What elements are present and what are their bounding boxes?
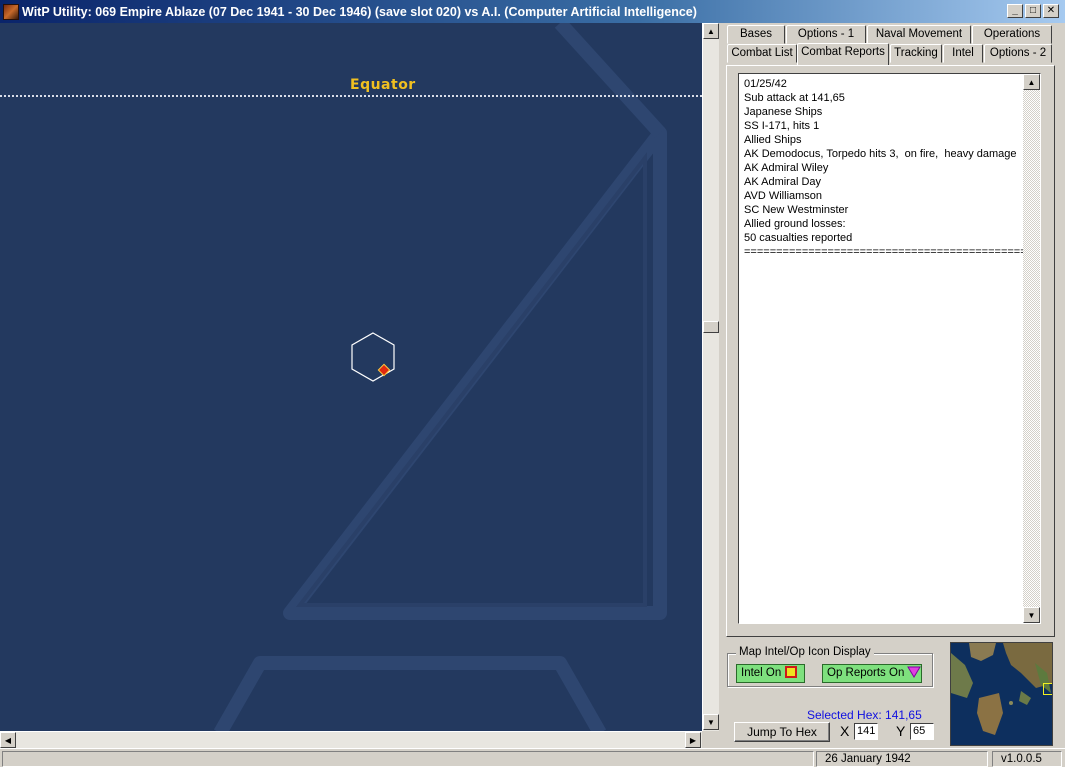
report-scroll-up-button[interactable]: ▲ <box>1023 74 1040 90</box>
tab-bases[interactable]: Bases <box>727 25 785 44</box>
report-scroll-down-button[interactable]: ▼ <box>1023 607 1040 623</box>
combat-report-marker-icon <box>377 363 391 377</box>
op-reports-on-button[interactable]: Op Reports On <box>822 664 922 683</box>
icon-display-group: Map Intel/Op Icon Display Intel On Op Re… <box>727 646 933 687</box>
status-bar: 26 January 1942 v1.0.0.5 <box>0 748 1065 767</box>
report-line: Allied ground losses: <box>744 218 846 230</box>
control-panel: Bases Options - 1 Naval Movement Operati… <box>719 23 1065 750</box>
map-horizontal-scrollbar[interactable]: ◀ ▶ <box>0 731 702 748</box>
title-bar: WitP Utility: 069 Empire Ablaze (07 Dec … <box>0 0 1065 23</box>
tab-combat-list[interactable]: Combat List <box>727 44 797 63</box>
jump-to-hex-button[interactable]: Jump To Hex <box>734 722 830 742</box>
map-view[interactable]: Equator <box>0 23 702 731</box>
window-title: WitP Utility: 069 Empire Ablaze (07 Dec … <box>22 4 697 19</box>
x-coordinate-label: X <box>840 723 850 739</box>
icon-display-group-label: Map Intel/Op Icon Display <box>736 646 874 658</box>
status-message <box>2 751 814 767</box>
overview-minimap[interactable] <box>950 642 1053 746</box>
report-line: AK Admiral Wiley <box>744 162 829 174</box>
game-date: 26 January 1942 <box>816 751 988 767</box>
tab-naval-movement[interactable]: Naval Movement <box>867 25 971 44</box>
version-label: v1.0.0.5 <box>992 751 1062 767</box>
minimap-viewport-indicator[interactable] <box>1043 683 1052 695</box>
combat-report-textbox[interactable]: 01/25/42 Sub attack at 141,65 Japanese Shi… <box>738 73 1041 624</box>
intel-square-icon <box>785 666 798 678</box>
report-line: AVD Williamson <box>744 190 823 202</box>
report-scrollbar[interactable]: ▲ ▼ <box>1023 74 1040 623</box>
report-line: 50 casualties reported <box>744 232 853 244</box>
intel-on-label: Intel On <box>741 667 782 679</box>
op-reports-on-label: Op Reports On <box>827 667 905 679</box>
report-line: AK Admiral Day <box>744 176 822 188</box>
app-icon[interactable] <box>3 3 19 20</box>
combat-report-lines: 01/25/42 Sub attack at 141,65 Japanese Shi… <box>744 77 1040 259</box>
report-line: AK Demodocus, Torpedo hits 3, on fire, h… <box>744 148 1017 160</box>
intel-on-button[interactable]: Intel On <box>736 664 805 683</box>
scroll-right-button[interactable]: ▶ <box>685 732 701 748</box>
x-coordinate-input[interactable]: 141 <box>854 723 878 740</box>
report-line: SS I-171, hits 1 <box>744 120 820 132</box>
report-line: Sub attack at 141,65 <box>744 92 845 104</box>
equator-label: Equator <box>350 77 416 93</box>
report-line: ========================================… <box>744 246 1040 258</box>
maximize-button[interactable]: □ <box>1025 4 1041 18</box>
scroll-left-button[interactable]: ◀ <box>0 732 16 748</box>
close-button[interactable]: ✕ <box>1043 4 1059 18</box>
minimize-button[interactable]: _ <box>1007 4 1023 18</box>
window-controls: _ □ ✕ <box>1007 4 1059 18</box>
report-line: Japanese Ships <box>744 106 823 118</box>
y-coordinate-label: Y <box>896 723 906 739</box>
tab-intel[interactable]: Intel <box>943 44 983 63</box>
tab-options-2[interactable]: Options - 2 <box>984 44 1052 63</box>
y-coordinate-input[interactable]: 65 <box>910 723 934 740</box>
op-report-triangle-icon <box>907 666 922 678</box>
tab-combat-reports[interactable]: Combat Reports <box>797 43 889 65</box>
report-line: SC New Westminster <box>744 204 849 216</box>
selected-hex-readout: Selected Hex: 141,65 <box>807 708 922 722</box>
tab-options-1[interactable]: Options - 1 <box>786 25 866 44</box>
selected-hex-marker[interactable] <box>348 331 398 385</box>
tab-operations[interactable]: Operations <box>972 25 1052 44</box>
scroll-up-button[interactable]: ▲ <box>703 23 719 39</box>
report-line: 01/25/42 <box>744 78 787 90</box>
scroll-thumb[interactable] <box>703 321 719 333</box>
minimap-terrain <box>951 643 1052 745</box>
map-vertical-scrollbar[interactable]: ▲ ▼ <box>702 23 719 731</box>
scroll-down-button[interactable]: ▼ <box>703 714 719 730</box>
tab-tracking[interactable]: Tracking <box>890 44 942 63</box>
equator-line <box>0 95 702 97</box>
report-line: Allied Ships <box>744 134 802 146</box>
